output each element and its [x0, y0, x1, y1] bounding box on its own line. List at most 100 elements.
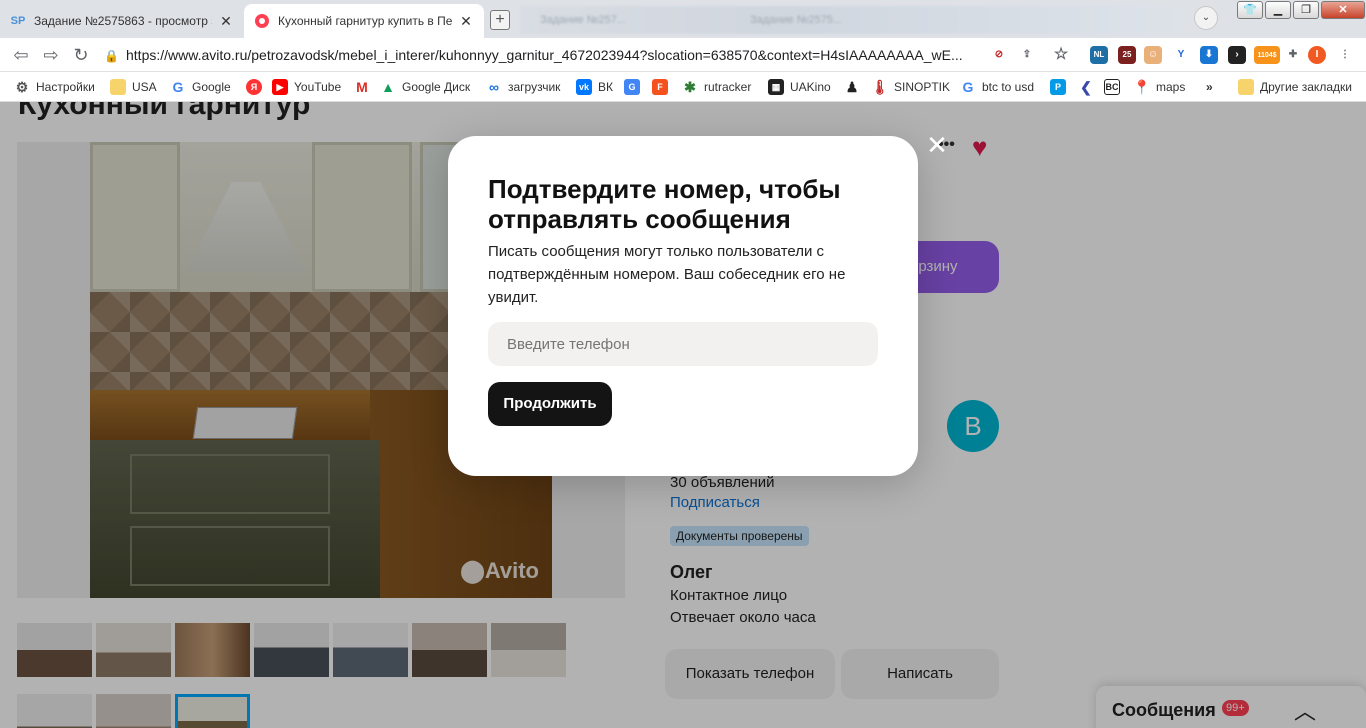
bookmark-uakino[interactable]: ▦ UAKino: [768, 78, 831, 96]
modal-title: Подтвердите номер, чтобы отправлять сооб…: [488, 174, 841, 234]
bookmark-loader[interactable]: ∞ загрузчик: [486, 78, 560, 96]
thermometer-icon: 🌡: [871, 78, 889, 95]
tab-task[interactable]: SP Задание №2575863 - просмотр з ✕: [0, 4, 244, 38]
blurred-tab-title: Задание №2575...: [750, 14, 843, 26]
phone-input[interactable]: [488, 322, 878, 366]
restore-button[interactable]: ❐: [1293, 1, 1319, 19]
bookmark-drive[interactable]: ▲ Google Диск: [380, 78, 470, 96]
bookmark-vk[interactable]: vk ВК: [576, 78, 613, 96]
bookmark-label: Google: [192, 80, 231, 94]
bookmark-f[interactable]: F: [652, 78, 674, 96]
menu-icon[interactable]: ⋮: [1336, 46, 1354, 64]
bookmark-google[interactable]: G Google: [170, 78, 231, 96]
ext-badge: NL: [1093, 50, 1105, 59]
vk-icon: vk: [576, 79, 592, 95]
puzzle-icon[interactable]: ✚: [1284, 46, 1302, 64]
bookmark-label: Настройки: [36, 80, 95, 94]
ext-25-icon[interactable]: 25: [1118, 46, 1136, 64]
bookmark-translate[interactable]: G: [624, 78, 646, 96]
bookmark-settings[interactable]: ⚙ Настройки: [14, 78, 95, 96]
close-tab-icon[interactable]: ✕: [458, 13, 474, 30]
gmail-icon: M: [356, 79, 368, 95]
url-text: https://www.avito.ru/petrozavodsk/mebel_…: [126, 47, 963, 63]
gear-icon: ⚙: [15, 78, 29, 95]
bookmark-youtube[interactable]: ▶ YouTube: [272, 78, 341, 96]
bookmark-star-icon[interactable]: ☆: [1052, 46, 1070, 64]
folder-icon: [1238, 79, 1254, 95]
url-field[interactable]: 🔒 https://www.avito.ru/petrozavodsk/mebel…: [104, 43, 984, 67]
reload-icon[interactable]: ↻: [70, 44, 92, 66]
back-icon[interactable]: ⇦: [10, 44, 32, 66]
avito-favicon-icon: [254, 13, 270, 29]
close-icon[interactable]: ✕: [924, 132, 950, 158]
google-icon: G: [172, 79, 184, 95]
tab-strip: SP Задание №2575863 - просмотр з ✕ Кухон…: [0, 0, 1366, 38]
tab-title: Кухонный гарнитур купить в Петр: [278, 14, 452, 28]
drive-icon: ▲: [381, 79, 395, 95]
loader-icon: ∞: [489, 79, 499, 95]
ext-badge: 25: [1122, 50, 1132, 59]
bookmark-label: maps: [1156, 80, 1186, 94]
folder-icon: [110, 79, 126, 95]
bookmarks-bar: ⚙ Настройки USA G Google Я ▶ YouTube M ▲ Goo…: [0, 72, 1366, 102]
ext-badge: 1104$: [1257, 52, 1277, 59]
other-bookmarks[interactable]: Другие закладки: [1238, 78, 1352, 96]
new-tab-button[interactable]: +: [490, 10, 510, 30]
yandex-icon: Я: [246, 79, 262, 95]
more-bookmarks-label: »: [1206, 80, 1213, 94]
bookmark-rutracker[interactable]: ✱ rutracker: [682, 78, 751, 96]
close-tab-icon[interactable]: ✕: [218, 13, 234, 30]
bookmark-label: Google Диск: [402, 80, 471, 94]
tab-title: Задание №2575863 - просмотр з: [34, 14, 212, 28]
bookmark-btc[interactable]: Gbtc to usd: [960, 78, 1034, 96]
forward-icon[interactable]: ⇨: [40, 44, 62, 66]
bookmark-arrow[interactable]: ❮: [1078, 78, 1100, 96]
share-icon[interactable]: ⇪: [1018, 46, 1036, 64]
p-icon: P: [1050, 79, 1066, 95]
bookmark-label: btc to usd: [982, 80, 1035, 94]
modal-description: Писать сообщения могут только пользовате…: [488, 243, 846, 306]
bookmark-yandex[interactable]: Я: [246, 78, 268, 96]
y-ext-icon[interactable]: Y: [1172, 46, 1190, 64]
theme-icon[interactable]: 👕: [1237, 1, 1263, 19]
bookmark-maps[interactable]: 📍 maps: [1133, 78, 1186, 96]
bookmark-bc[interactable]: BC: [1104, 78, 1126, 96]
uakino-icon: ▦: [768, 79, 784, 95]
bookmark-label: USA: [132, 80, 157, 94]
tab-search-icon[interactable]: ⌄: [1194, 6, 1218, 30]
bookmark-figure[interactable]: ♟: [844, 78, 866, 96]
figure-icon: ♟: [845, 78, 859, 95]
btc-ext-icon[interactable]: 1104$: [1254, 46, 1280, 64]
bc-icon: BC: [1104, 79, 1120, 95]
blocked-icon[interactable]: ⊘: [990, 46, 1008, 64]
maps-icon: 📍: [1133, 78, 1151, 95]
rutracker-icon: ✱: [684, 78, 696, 95]
address-bar-row: ⇦ ⇨ ↻ 🔒 https://www.avito.ru/petrozavodsk…: [0, 38, 1366, 72]
blurred-tab-title: Задание №257...: [540, 14, 627, 26]
continue-button[interactable]: Продолжить: [488, 382, 612, 426]
profile-icon[interactable]: I: [1308, 46, 1326, 64]
close-window-button[interactable]: ✕: [1321, 1, 1365, 19]
google-icon: G: [962, 79, 974, 95]
face-ext-icon[interactable]: ☺: [1144, 46, 1162, 64]
bookmark-sinoptik[interactable]: 🌡 SINOPTIK: [871, 78, 951, 96]
bookmark-label: SINOPTIK: [894, 80, 951, 94]
minimize-button[interactable]: ▁: [1265, 1, 1291, 19]
bookmark-label: ВК: [598, 80, 613, 94]
download-ext-icon[interactable]: ⬇: [1200, 46, 1218, 64]
bookmark-gmail[interactable]: M: [354, 78, 376, 96]
vpn-ext-icon[interactable]: NL: [1090, 46, 1108, 64]
translate-icon: G: [624, 79, 640, 95]
bookmark-p[interactable]: P: [1050, 78, 1072, 96]
lock-icon: 🔒: [104, 49, 119, 63]
tab-avito[interactable]: Кухонный гарнитур купить в Петр ✕: [244, 4, 484, 38]
window-controls: ⌄ 👕 ▁ ❐ ✕: [1194, 0, 1366, 30]
sp-favicon-icon: SP: [10, 15, 26, 27]
bookmark-label: YouTube: [294, 80, 342, 94]
f-icon: F: [652, 79, 668, 95]
bookmark-label: rutracker: [704, 80, 752, 94]
blurred-tabs: Задание №257... Задание №2575...: [520, 6, 1180, 34]
more-bookmarks-button[interactable]: »: [1206, 78, 1213, 96]
terminal-ext-icon[interactable]: ›: [1228, 46, 1246, 64]
bookmark-usa[interactable]: USA: [110, 78, 157, 96]
